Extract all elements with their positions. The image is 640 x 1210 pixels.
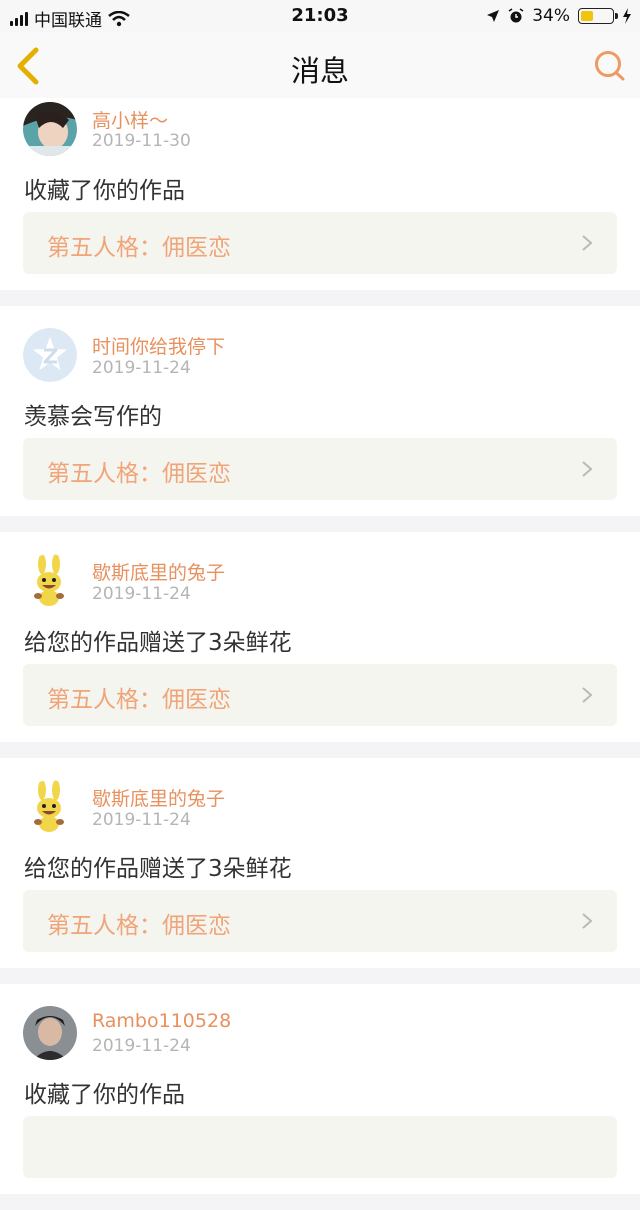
message-item: 高小样～ 2019-11-30 收藏了你的作品 第五人格：佣医恋 [0,98,640,290]
message-list: 高小样～ 2019-11-30 收藏了你的作品 第五人格：佣医恋 时间你给我停下… [0,98,640,1210]
battery-percent: 34% [532,6,570,26]
work-link[interactable]: 第五人格：佣医恋 [23,438,617,500]
chevron-right-icon [582,461,593,477]
work-title: 第五人格：佣医恋 [47,687,231,713]
work-title: 第五人格：佣医恋 [47,235,231,261]
work-title: 第五人格：佣医恋 [47,461,231,487]
avatar[interactable] [23,554,77,608]
message-text: 羡慕会写作的 [24,404,162,430]
location-icon [487,10,500,22]
message-date: 2019-11-30 [92,131,191,151]
work-link[interactable]: 第五人格：佣医恋 [23,890,617,952]
message-date: 2019-11-24 [92,1036,191,1056]
message-text: 给您的作品赠送了3朵鲜花 [24,630,292,656]
message-item: 歇斯底里的兔子 2019-11-24 给您的作品赠送了3朵鲜花 第五人格：佣医恋 [0,532,640,742]
work-link[interactable] [23,1116,617,1178]
charging-icon [623,8,631,24]
status-bar: 中国联通 21:03 34% [0,0,640,32]
message-text: 收藏了你的作品 [24,1082,185,1108]
work-link[interactable]: 第五人格：佣医恋 [23,664,617,726]
avatar[interactable] [23,1006,77,1060]
username[interactable]: 歇斯底里的兔子 [92,784,225,811]
page-title: 消息 [290,54,349,88]
work-title: 第五人格：佣医恋 [47,913,231,939]
message-date: 2019-11-24 [92,584,191,604]
alarm-icon [508,8,524,23]
message-text: 给您的作品赠送了3朵鲜花 [24,856,292,882]
message-date: 2019-11-24 [92,810,191,830]
chevron-right-icon [582,687,593,703]
header: 消息 [0,32,640,99]
message-item: 时间你给我停下 2019-11-24 羡慕会写作的 第五人格：佣医恋 [0,306,640,516]
username[interactable]: 高小样～ [92,106,168,133]
chevron-right-icon [582,235,593,251]
username[interactable]: Rambo110528 [92,1010,231,1032]
work-link[interactable]: 第五人格：佣医恋 [23,212,617,274]
avatar[interactable] [23,328,77,382]
message-text: 收藏了你的作品 [24,178,185,204]
search-icon[interactable] [592,48,628,84]
message-item: Rambo110528 2019-11-24 收藏了你的作品 [0,984,640,1194]
avatar[interactable] [23,780,77,834]
avatar[interactable] [23,102,77,156]
message-item: 歇斯底里的兔子 2019-11-24 给您的作品赠送了3朵鲜花 第五人格：佣医恋 [0,758,640,968]
message-date: 2019-11-24 [92,358,191,378]
chevron-right-icon [582,913,593,929]
battery-icon [578,8,618,24]
username[interactable]: 时间你给我停下 [92,332,225,359]
username[interactable]: 歇斯底里的兔子 [92,558,225,585]
